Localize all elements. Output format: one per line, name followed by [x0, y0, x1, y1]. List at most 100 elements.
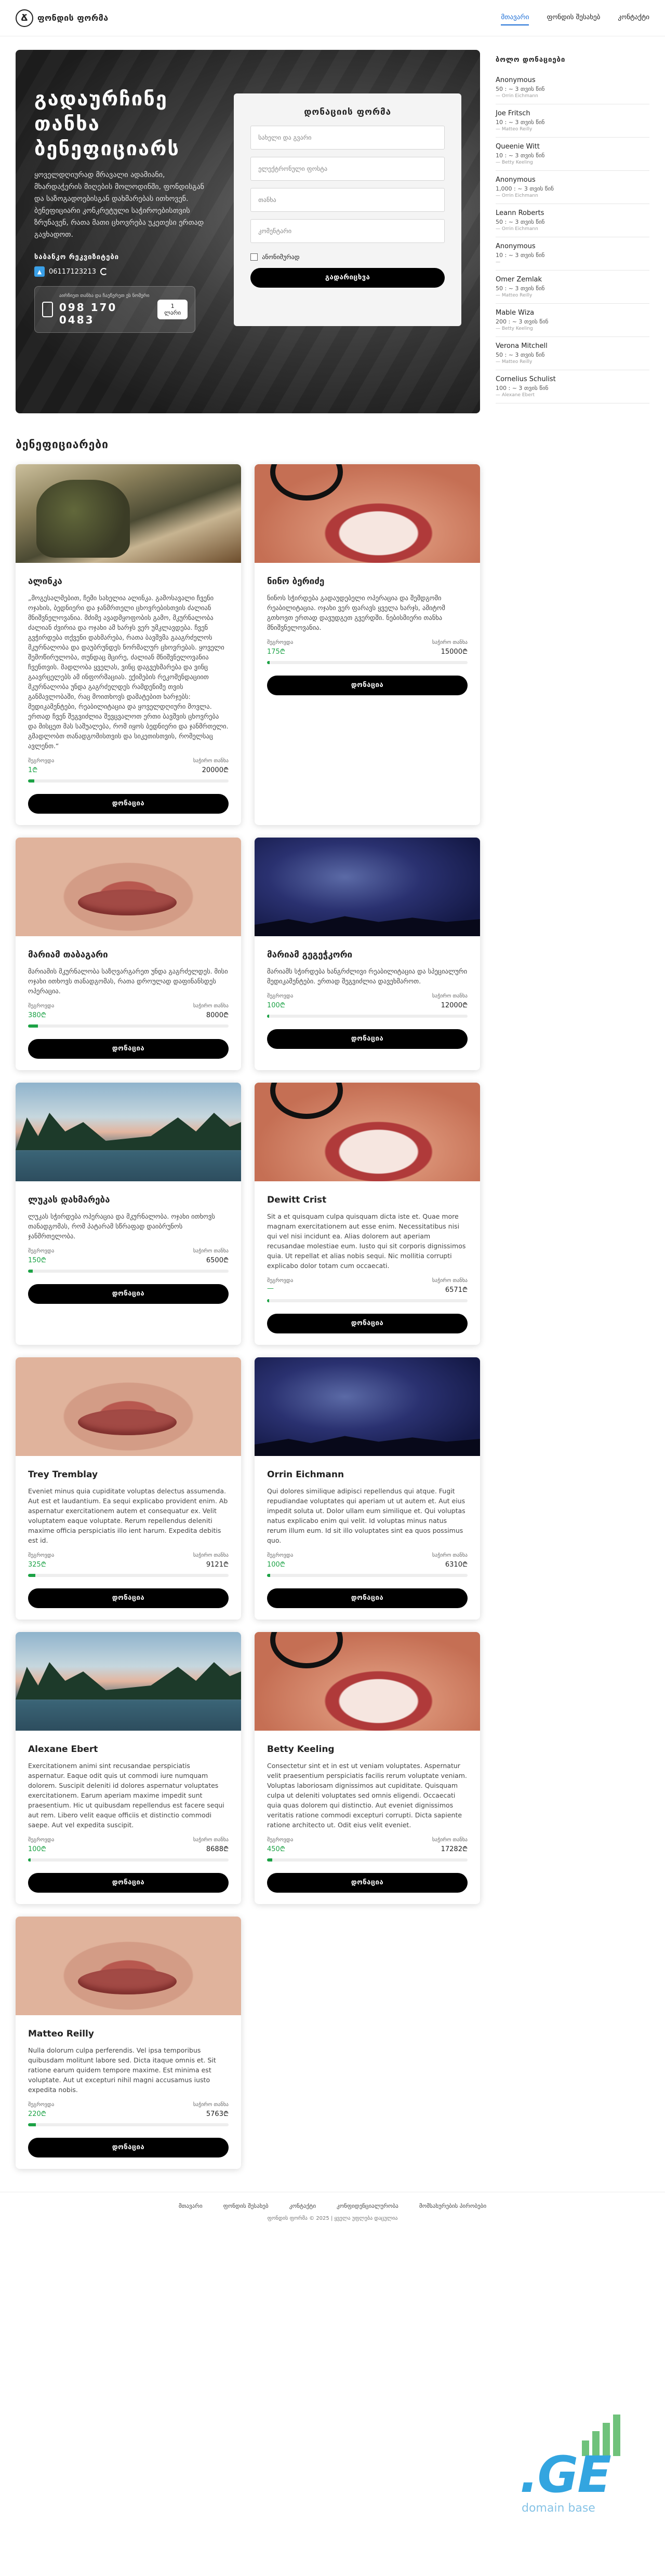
- beneficiary-name: ალინკა: [28, 576, 62, 587]
- donate-button[interactable]: დონაცია: [28, 1284, 229, 1304]
- donate-button[interactable]: დონაცია: [267, 1873, 468, 1893]
- site-logo[interactable]: Ճ ფონდის ფორმა: [16, 9, 109, 27]
- nav-contact[interactable]: კონტაქტი: [618, 10, 649, 25]
- progress-bar: [267, 1574, 468, 1577]
- goal-amount: 6310₾: [445, 1561, 468, 1569]
- footer-link[interactable]: კონტაქტი: [289, 2203, 316, 2209]
- goal-amount: 9121₾: [206, 1561, 229, 1569]
- beneficiary-description: მარიამს სჭირდება ხანგრძლივი რეაბილიტაცია…: [267, 967, 468, 985]
- beneficiary-photo: [16, 1357, 241, 1456]
- goal-label: საჭირო თანხა: [432, 640, 468, 645]
- goal-label: საჭირო თანხა: [193, 1003, 229, 1009]
- transfer-button[interactable]: გადარიცხვა: [250, 268, 445, 288]
- donor-item: Queenie Witt 10 : ~ 3 თვის წინ — Betty Kee…: [496, 138, 649, 171]
- email-field[interactable]: ელექტრონული ფოსტა: [250, 157, 445, 181]
- domain-base-logo: .GE domain base: [520, 2415, 634, 2515]
- donation-cause: — Betty Keeling: [496, 326, 533, 331]
- raised-amount: 220₾: [28, 2110, 46, 2118]
- donation-amount: 1,000 : ~ 3 თვის წინ: [496, 185, 554, 192]
- footer-link[interactable]: მომსახურების პირობები: [419, 2203, 486, 2209]
- donor-name: Mable Wiza: [496, 309, 535, 317]
- progress-fill: [267, 1858, 273, 1862]
- beneficiary-description: Sit a et quisquam culpa quisquam dicta i…: [267, 1212, 466, 1270]
- raised-amount: 100₾: [267, 1561, 285, 1569]
- anonymous-option[interactable]: ანონიმურად: [250, 253, 445, 261]
- donate-button[interactable]: დონაცია: [28, 1588, 229, 1608]
- beneficiary-photo: [16, 838, 241, 936]
- bank-details-title: საბანკო რეკვიზიტები: [34, 253, 119, 261]
- goal-label: საჭირო თანხა: [432, 1278, 468, 1284]
- anonymous-label: ანონიმურად: [262, 253, 300, 261]
- goal-amount: 15000₾: [441, 648, 468, 656]
- raised-label: შეგროვდა: [28, 1248, 55, 1254]
- donate-button[interactable]: დონაცია: [28, 1873, 229, 1893]
- donation-cause: — Orrin Eichmann: [496, 193, 538, 198]
- progress-bar: [28, 2123, 229, 2126]
- beneficiary-description: Exercitationem animi sint recusandae per…: [28, 1762, 224, 1829]
- raised-label: შეგროვდა: [267, 1278, 294, 1284]
- main-nav: მთავარი ფონდის შესახებ კონტაქტი: [501, 10, 649, 25]
- amount-field[interactable]: თანხა: [250, 188, 445, 212]
- donate-button[interactable]: დონაცია: [28, 794, 229, 814]
- name-field[interactable]: სახელი და გვარი: [250, 126, 445, 150]
- donation-form-title: დონაციის ფორმა: [304, 107, 392, 117]
- beneficiary-name: Orrin Eichmann: [267, 1469, 344, 1480]
- goal-label: საჭირო თანხა: [193, 1553, 229, 1558]
- logo-text: ფონდის ფორმა: [37, 13, 109, 23]
- donor-item: Cornelius Schulist 100 : ~ 3 თვის წინ — Al…: [496, 370, 649, 403]
- donation-form: დონაციის ფორმა სახელი და გვარი ელექტრონუ…: [234, 93, 461, 326]
- footer-copyright: ფონდის ფორმა © 2025 | ყველა უფლება დაცულ…: [267, 2216, 398, 2221]
- footer-link[interactable]: კონფიდენციალურობა: [337, 2203, 398, 2209]
- donate-button[interactable]: დონაცია: [28, 2138, 229, 2157]
- progress-bar: [267, 1858, 468, 1862]
- donation-cause: — Orrin Eichmann: [496, 226, 538, 232]
- raised-label: შეგროვდა: [28, 758, 55, 764]
- donor-item: Anonymous 1,000 : ~ 3 თვის წინ — Orrin Eic…: [496, 171, 649, 204]
- anonymous-checkbox[interactable]: [250, 253, 258, 261]
- beneficiary-description: Nulla dolorum culpa perferendis. Vel ips…: [28, 2046, 216, 2094]
- footer-link[interactable]: ფონდის შესახებ: [223, 2203, 269, 2209]
- sms-cost-badge: 1 ლარი: [157, 300, 188, 319]
- donor-item: Verona Mitchell 50 : ~ 3 თვის წინ — Matteo…: [496, 337, 649, 370]
- nav-about[interactable]: ფონდის შესახებ: [547, 10, 600, 25]
- hero-description: ყოველდღიურად მრავალი ადამიანი, მხარდაჭერ…: [34, 171, 204, 239]
- raised-label: შეგროვდა: [267, 640, 294, 645]
- card-body: ნინო ბერიძე ნინოს სჭირდება გადაუდებელი ოპ…: [255, 563, 480, 707]
- goal-label: საჭირო თანხა: [193, 1837, 229, 1843]
- progress-fill: [267, 1299, 269, 1302]
- recent-donations-sidebar: ბოლო დონაციები Anonymous 50 : ~ 3 თვის წი…: [496, 50, 649, 2169]
- progress-fill: [28, 2123, 36, 2126]
- card-body: მარიამ გეგეჭკორი მარიამს სჭირდება ხანგრძლ…: [255, 936, 480, 1060]
- donate-button[interactable]: დონაცია: [28, 1039, 229, 1059]
- donor-list: Anonymous 50 : ~ 3 თვის წინ — Orrin Eichma…: [496, 71, 649, 403]
- donation-cause: — Betty Keeling: [496, 160, 533, 165]
- footer-link[interactable]: მთავარი: [179, 2203, 203, 2209]
- raised-amount: 175₾: [267, 648, 285, 656]
- bank-account-number: 06117123213: [49, 267, 96, 276]
- progress-bar: [28, 1024, 229, 1028]
- beneficiary-photo: [16, 1632, 241, 1731]
- hero-text-block: გადაურჩინე თანხა ბენეფიციარს ყოველდღიურა…: [34, 86, 213, 377]
- donate-button[interactable]: დონაცია: [267, 1029, 468, 1049]
- recent-donations-title: ბოლო დონაციები: [496, 56, 566, 64]
- donation-cause: — Matteo Reilly: [496, 293, 533, 298]
- beneficiary-description: Consectetur sint et in est ut veniam vol…: [267, 1762, 467, 1829]
- raised-label: შეგროვდა: [28, 1003, 55, 1009]
- nav-home[interactable]: მთავარი: [501, 10, 529, 25]
- donate-button[interactable]: დონაცია: [267, 1588, 468, 1608]
- donor-name: Omer Zemlak: [496, 276, 542, 284]
- goal-amount: 20000₾: [202, 766, 229, 774]
- funding-stats: შეგროვდა 380₾ საჭირო თანხა 8000₾: [28, 1003, 229, 1019]
- donate-button[interactable]: დონაცია: [267, 1314, 468, 1333]
- donation-amount: 10 : ~ 3 თვის წინ: [496, 152, 545, 159]
- comment-field[interactable]: კომენტარი: [250, 219, 445, 243]
- donor-item: Leann Roberts 50 : ~ 3 თვის წინ — Orrin Ei…: [496, 204, 649, 237]
- beneficiary-photo: [16, 1083, 241, 1181]
- logo-icon: Ճ: [16, 9, 33, 27]
- donate-button[interactable]: დონაცია: [267, 676, 468, 695]
- card-body: მარიამ თაბაგარი მარიამის მკურნალობა საზღვ…: [16, 936, 241, 1070]
- progress-bar: [28, 1270, 229, 1273]
- copy-icon[interactable]: [100, 268, 108, 275]
- goal-amount: 17282₾: [441, 1845, 468, 1853]
- beneficiary-card: ნინო ბერიძე ნინოს სჭირდება გადაუდებელი ოპ…: [255, 464, 480, 825]
